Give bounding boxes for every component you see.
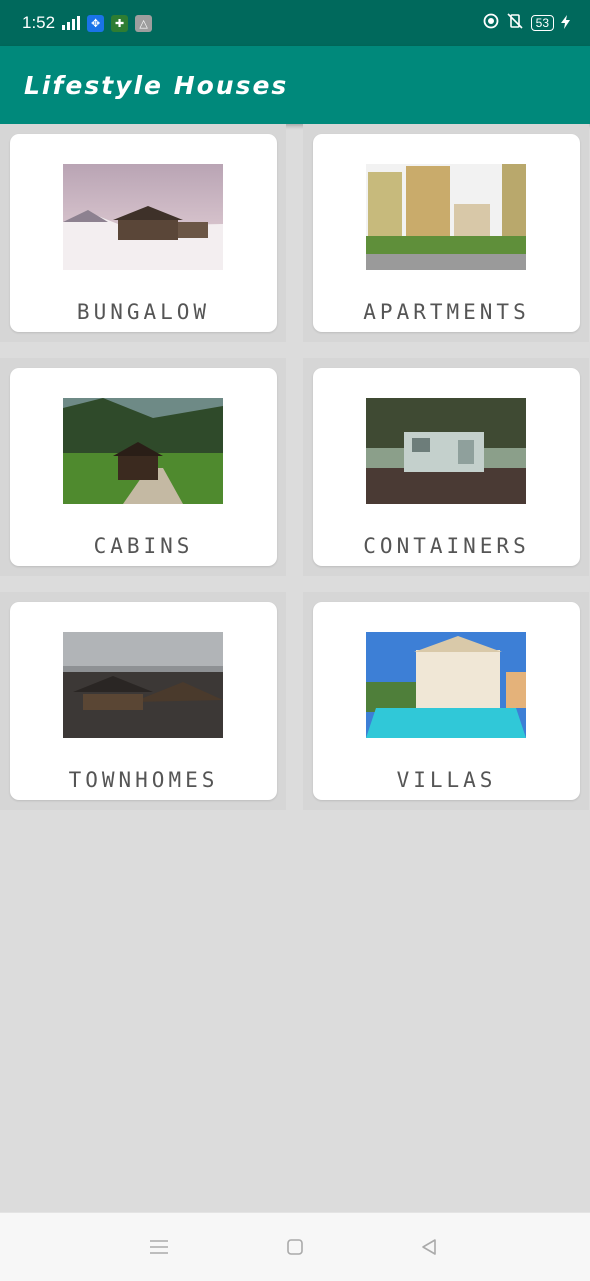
grid-cell: CONTAINERS	[303, 358, 589, 576]
category-card-bungalow[interactable]: BUNGALOW	[10, 134, 277, 332]
category-card-cabins[interactable]: CABINS	[10, 368, 277, 566]
mountain-cabin-image	[63, 398, 223, 504]
grid-cell: VILLAS	[303, 592, 589, 810]
grid-cell: CABINS	[0, 358, 286, 576]
app-bar: Lifestyle Houses	[0, 46, 590, 124]
grid-cell: APARTMENTS	[303, 124, 589, 342]
data-saver-icon	[483, 13, 499, 33]
status-bar: 1:52 ✥ ✚ △ 53	[0, 0, 590, 46]
category-card-townhomes[interactable]: TOWNHOMES	[10, 602, 277, 800]
battery-icon: 53	[530, 15, 554, 31]
signal-icon	[62, 16, 81, 30]
category-label: TOWNHOMES	[68, 768, 219, 792]
charging-icon	[561, 14, 570, 33]
back-icon[interactable]	[417, 1235, 441, 1259]
category-label: BUNGALOW	[76, 300, 211, 324]
puzzle-icon: ✚	[111, 14, 129, 32]
navigation-bar	[0, 1212, 590, 1281]
category-card-apartments[interactable]: APARTMENTS	[313, 134, 580, 332]
status-left: 1:52 ✥ ✚ △	[22, 13, 153, 33]
grid-cell: BUNGALOW	[0, 124, 286, 342]
app-title: Lifestyle Houses	[24, 70, 289, 100]
container-home-image	[366, 398, 526, 504]
category-label: APARTMENTS	[363, 300, 530, 324]
drive-icon: △	[135, 14, 153, 32]
category-card-villas[interactable]: VILLAS	[313, 602, 580, 800]
status-right: 53	[483, 13, 570, 33]
category-label: VILLAS	[396, 768, 497, 792]
home-icon[interactable]	[283, 1235, 307, 1259]
menu-icon[interactable]	[147, 1235, 171, 1259]
snowy-cabin-image	[63, 164, 223, 270]
vibrate-off-icon	[506, 13, 524, 33]
grid-cell: TOWNHOMES	[0, 592, 286, 810]
category-label: CABINS	[93, 534, 194, 558]
apartment-towers-image	[366, 164, 526, 270]
category-label: CONTAINERS	[363, 534, 530, 558]
villa-pool-image	[366, 632, 526, 738]
status-time: 1:52	[22, 13, 56, 32]
temple-rooftops-image	[63, 632, 223, 738]
vpn-icon: ✥	[87, 14, 105, 32]
category-card-containers[interactable]: CONTAINERS	[313, 368, 580, 566]
